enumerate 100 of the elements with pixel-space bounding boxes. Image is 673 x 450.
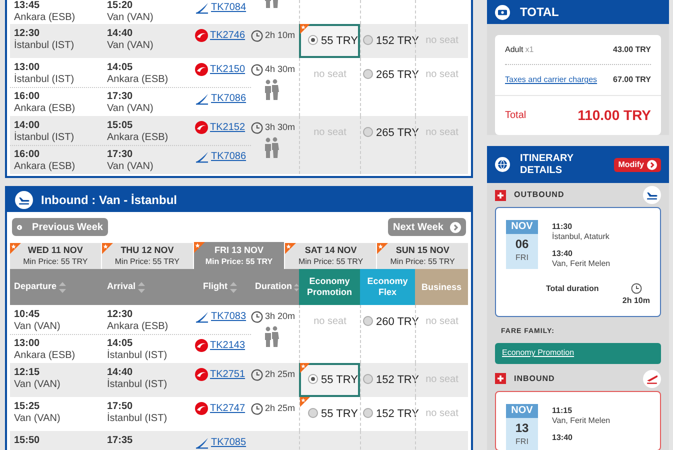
time: 14:05 — [107, 338, 133, 350]
date-tab[interactable]: WED 11 NOV Min Price: 55 TRY — [10, 243, 101, 269]
time: 12:30 — [14, 28, 41, 39]
time: 12:15 — [14, 367, 41, 379]
airport: Van (VAN) — [107, 103, 154, 116]
column-header[interactable]: Flight — [199, 269, 251, 305]
place: Van, Ferit Melen — [552, 416, 610, 426]
duration: 2h 25m — [265, 368, 296, 381]
airport: Van (VAN) — [107, 40, 154, 52]
airport: İstanbul (IST) — [14, 74, 76, 86]
airport: Ankara (ESB) — [14, 103, 76, 116]
time: 16:00 — [14, 91, 41, 104]
tab-day: WED 11 NOV — [28, 245, 83, 256]
line-label: Adult — [505, 44, 524, 56]
charges-link[interactable]: Taxes and carrier charges — [505, 74, 598, 86]
tab-min-price: Min Price: 55 TRY — [205, 256, 273, 266]
fare-family-link[interactable]: Economy Promotion — [502, 347, 574, 359]
time: 17:50 — [107, 401, 134, 412]
duration: 2h 10m — [265, 29, 296, 42]
flight-link[interactable]: TK7086 — [211, 91, 246, 106]
no-seat-label: no seat — [426, 68, 458, 82]
airport: Ankara (ESB) — [14, 161, 76, 174]
time: 15:20 — [107, 0, 134, 12]
previous-week-button[interactable]: Previous Week — [12, 218, 108, 236]
flight-link[interactable]: TK2152 — [210, 120, 246, 135]
airport: İstanbul (IST) — [14, 132, 76, 144]
no-seat-label: no seat — [426, 315, 458, 329]
time: 14:40 — [107, 367, 134, 378]
duration: 3h 30m — [265, 121, 296, 134]
time: 13:45 — [14, 0, 41, 12]
flight-link[interactable]: TK7086 — [211, 149, 246, 164]
date-weekday: FRI — [516, 252, 528, 264]
time: 13:40 — [552, 432, 574, 442]
date-tab[interactable]: SAT 14 NOV Min Price: 55 TRY — [285, 243, 376, 269]
airport: İstanbul (IST) — [14, 40, 76, 52]
column-header[interactable]: Departure — [10, 269, 103, 305]
flight-link[interactable]: TK7085 — [211, 435, 246, 450]
time: 14:00 — [14, 120, 41, 131]
time: 14:40 — [107, 28, 134, 40]
airport: İstanbul (IST) — [107, 350, 168, 362]
duration: 2h 10m — [622, 295, 650, 307]
tab-min-price: Min Price: 55 TRY — [23, 256, 88, 267]
flight-link[interactable]: TK2143 — [210, 338, 246, 354]
flight-link[interactable]: TK2747 — [210, 401, 246, 416]
date-month: NOV — [506, 404, 538, 418]
airport: Ankara (ESB) — [107, 74, 170, 86]
line-amount: 43.00 TRY — [613, 44, 651, 56]
time: 13:00 — [14, 62, 41, 73]
time: 16:00 — [14, 149, 41, 162]
flight-link[interactable]: TK7084 — [211, 0, 246, 15]
date-day: 06 — [515, 234, 529, 252]
fare-price: 55 TRY — [321, 407, 358, 422]
time: 13:00 — [14, 338, 41, 350]
time: 17:30 — [107, 91, 134, 104]
total-label: Total — [505, 109, 526, 123]
time: 17:30 — [107, 149, 134, 162]
column-header[interactable]: Duration — [251, 269, 299, 305]
date-month: NOV — [506, 220, 538, 234]
time: 12:30 — [107, 309, 134, 321]
column-header[interactable]: Arrival — [103, 269, 199, 305]
panel-title: ITINERARY DETAILS — [520, 152, 574, 176]
tab-day: THU 12 NOV — [120, 245, 174, 256]
line-amount: 67.00 TRY — [613, 74, 651, 86]
fare-price: 55 TRY — [321, 373, 358, 388]
airport: İstanbul (IST) — [107, 413, 168, 425]
airport: Van (VAN) — [14, 321, 62, 333]
no-seat-label: no seat — [314, 315, 346, 329]
airport: Van (VAN) — [14, 413, 62, 425]
duration: 3h 20m — [265, 310, 296, 323]
total-amount: 110.00 TRY — [578, 106, 651, 125]
time: 15:05 — [107, 120, 134, 132]
airport: İstanbul (IST) — [107, 379, 168, 391]
section-label: OUTBOUND — [514, 189, 564, 201]
panel-title: Inbound : Van - İstanbul — [41, 192, 177, 209]
time: 11:30 — [552, 222, 574, 232]
no-seat-label: no seat — [426, 407, 458, 421]
date-tab[interactable]: THU 12 NOV Min Price: 55 TRY — [102, 243, 193, 269]
airport: Van (VAN) — [107, 12, 154, 24]
tab-day: SAT 14 NOV — [304, 245, 357, 256]
fare-price: 55 TRY — [321, 34, 358, 49]
fare-column-header: Economy Promotion — [299, 269, 360, 305]
panel-title: TOTAL — [520, 4, 559, 21]
date-tab[interactable]: FRI 13 NOV Min Price: 55 TRY — [194, 242, 284, 269]
next-week-button[interactable]: Next Week — [388, 218, 466, 236]
airport: Van (VAN) — [107, 161, 154, 174]
airport: Van (VAN) — [14, 379, 62, 391]
tab-min-price: Min Price: 55 TRY — [298, 256, 364, 267]
flight-link[interactable]: TK2746 — [210, 28, 246, 43]
time: 15:25 — [14, 401, 41, 413]
duration-label: Total duration — [546, 283, 599, 295]
date-tab[interactable]: SUN 15 NOV Min Price: 55 TRY — [377, 243, 468, 269]
flight-link[interactable]: TK2751 — [210, 367, 246, 382]
flight-link[interactable]: TK7083 — [211, 309, 246, 324]
time: 14:05 — [107, 62, 134, 74]
time: 15:50 — [14, 435, 41, 447]
duration: 2h 25m — [265, 402, 296, 415]
quantity: x1 — [525, 44, 534, 56]
time: 11:15 — [552, 406, 574, 416]
flight-link[interactable]: TK2150 — [210, 62, 246, 77]
modify-button[interactable]: Modify — [614, 158, 661, 172]
